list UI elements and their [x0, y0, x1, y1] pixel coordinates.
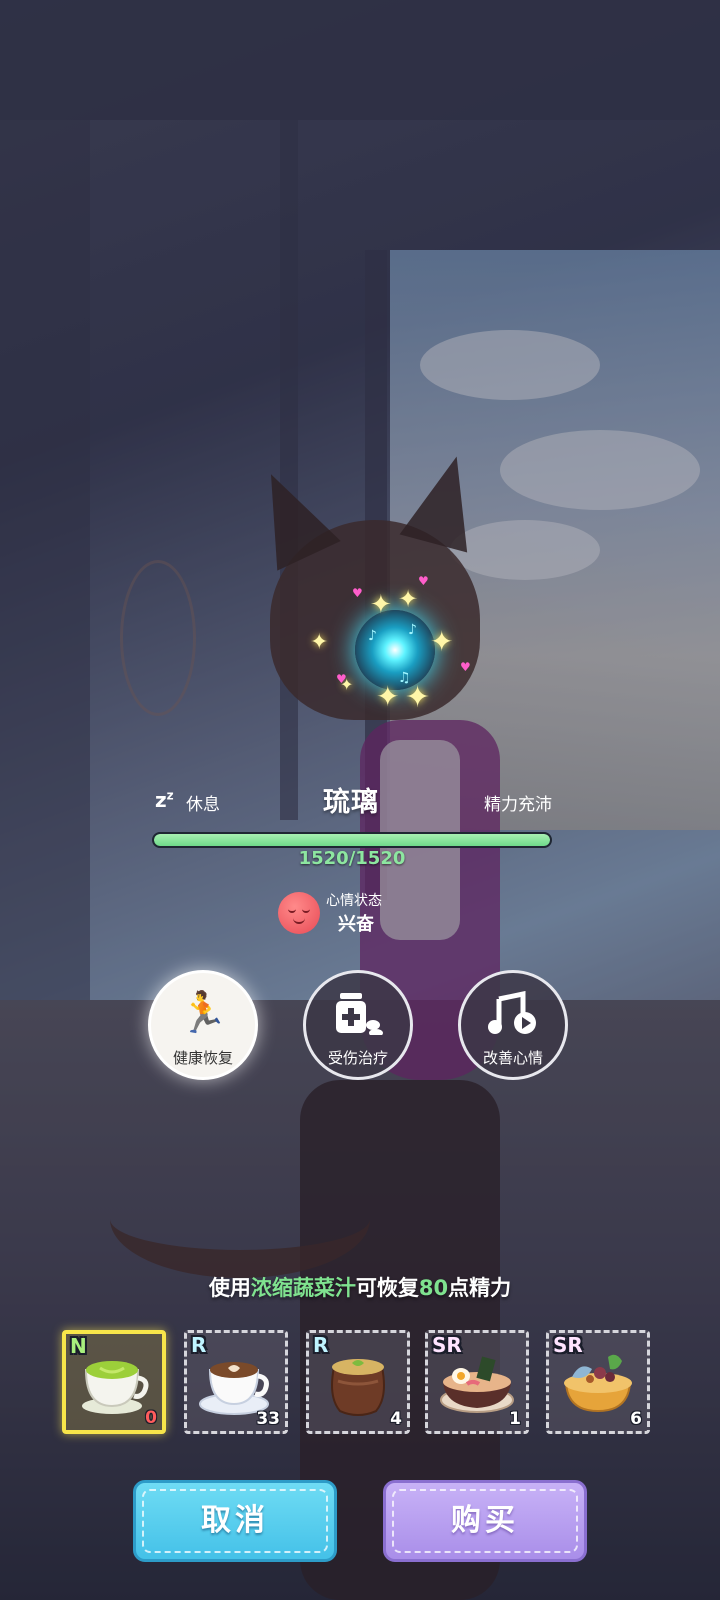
sparkle-icon: ✦ [398, 585, 419, 613]
health-recovery-icon: 🏃 [178, 990, 228, 1036]
rarity-badge: N [70, 1334, 87, 1358]
mood-status: 心情状态 兴奋 [278, 888, 438, 938]
soup-pot-icon [318, 1347, 398, 1423]
glowing-orb-icon [355, 610, 435, 690]
item-slot-vegetable-juice[interactable]: N 0 [62, 1330, 166, 1434]
heart-icon: ♥ [336, 672, 347, 686]
vegetable-juice-cup-icon [74, 1348, 154, 1422]
mood-label: 心情状态 [326, 893, 382, 909]
item-count: 0 [145, 1408, 157, 1428]
injury-treatment-label: 受伤治疗 [327, 1049, 388, 1067]
music-note-icon: ♪ [408, 622, 417, 638]
character-status-row: zz 休息 琉璃 精力充沛 [150, 780, 552, 820]
music-note-icon: ♫ [398, 670, 411, 686]
medicine-icon [306, 991, 410, 1044]
item-count: 6 [630, 1409, 642, 1429]
sparkle-icon: ✦ [376, 680, 400, 713]
ramen-bowl-icon [435, 1348, 519, 1422]
rarity-badge: SR [432, 1333, 462, 1357]
hint-amount: 80 [418, 1276, 449, 1300]
rarity-badge: SR [553, 1333, 583, 1357]
item-count: 4 [390, 1409, 402, 1429]
item-count: 1 [509, 1409, 521, 1429]
health-recovery-label: 健康恢复 [172, 1049, 233, 1067]
energy-value: 1520/1520 [298, 848, 406, 869]
improve-mood-button[interactable]: 改善心情 [458, 970, 568, 1080]
health-recovery-button[interactable]: 🏃 健康恢复 [148, 970, 258, 1080]
energy-bar [152, 832, 552, 848]
heart-icon: ♥ [418, 574, 429, 588]
hint-item-name: 浓缩蔬菜汁 [250, 1276, 356, 1300]
hint-middle: 可恢复 [355, 1276, 419, 1300]
hint-suffix: 点精力 [448, 1276, 512, 1300]
mood-value: 兴奋 [338, 914, 374, 935]
energy-state-label: 精力充沛 [484, 795, 552, 815]
rarity-badge: R [313, 1333, 329, 1357]
recovery-hint: 使用浓缩蔬菜汁可恢复80点精力 [0, 1272, 720, 1302]
hint-prefix: 使用 [208, 1276, 251, 1300]
energy-bar-fill [154, 834, 550, 846]
item-slot-soup-pot[interactable]: R 4 [306, 1330, 410, 1434]
music-icon [461, 990, 565, 1046]
music-note-icon: ♪ [368, 628, 377, 644]
sparkle-icon: ✦ [310, 630, 329, 655]
item-slot-ramen[interactable]: SR 1 [425, 1330, 529, 1434]
injury-treatment-button[interactable]: 受伤治疗 [303, 970, 413, 1080]
heart-icon: ♥ [460, 660, 471, 674]
item-slot-latte[interactable]: R 33 [184, 1330, 288, 1434]
seafood-hotpot-icon [556, 1347, 640, 1423]
rarity-badge: R [191, 1333, 207, 1357]
cancel-button[interactable]: 取消 [133, 1480, 337, 1562]
sparkle-icon: ✦ [430, 625, 454, 658]
item-count: 33 [256, 1409, 280, 1429]
buy-button[interactable]: 购买 [383, 1480, 587, 1562]
mood-orb-effect: ✦ ✦ ✦ ✦ ✦ ✦ ✦ ♥ ♥ ♥ ♥ ♪ ♫ ♪ [310, 574, 480, 730]
item-slot-seafood-hotpot[interactable]: SR 6 [546, 1330, 650, 1434]
happy-face-icon [278, 892, 320, 934]
sparkle-icon: ✦ [370, 590, 392, 620]
heart-icon: ♥ [352, 586, 363, 600]
improve-mood-label: 改善心情 [482, 1049, 543, 1067]
